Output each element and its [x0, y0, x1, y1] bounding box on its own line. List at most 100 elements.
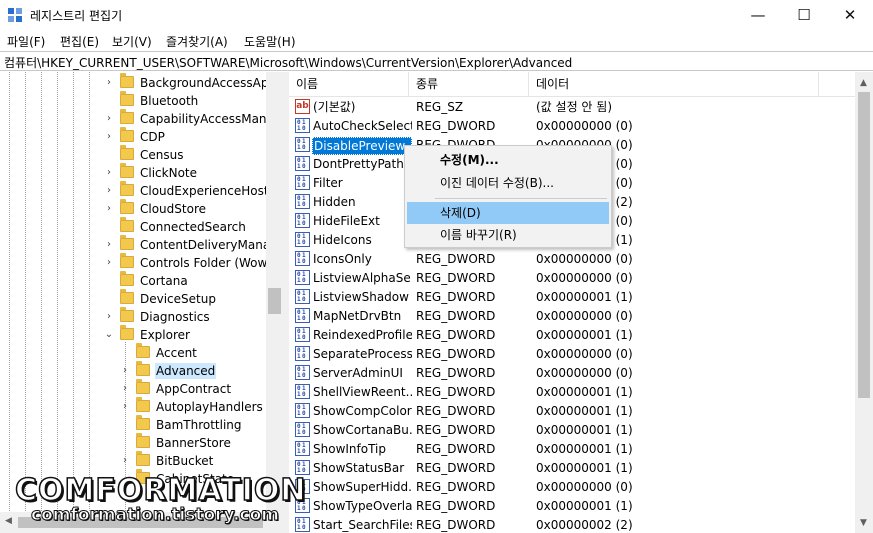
column-header-data[interactable]: 데이터 — [529, 72, 819, 96]
tree-vertical-scrollbar[interactable] — [266, 72, 283, 512]
list-vertical-scrollbar[interactable]: ▲ ▼ — [855, 72, 873, 533]
value-data: 0x00000000 (0) — [536, 271, 633, 285]
tree-scroll-thumb[interactable] — [268, 288, 281, 314]
watermark-title: COMFORMATION — [14, 473, 307, 509]
binary-value-icon: 0110 — [295, 441, 310, 456]
column-header-type[interactable]: 종류 — [409, 72, 529, 96]
menu-edit[interactable]: 편집(E) — [60, 33, 99, 50]
folder-icon — [120, 181, 134, 196]
value-type: REG_DWORD — [416, 518, 496, 532]
value-name: ShowCortanaBu... — [313, 423, 412, 437]
value-name: Hidden — [313, 195, 356, 209]
context-modify[interactable]: 수정(M)... — [407, 149, 609, 171]
value-row[interactable]: 0 1 1 0 ShowTypeOverlay REG_DWORD 0x00000001 (… — [289, 496, 855, 515]
menu-help[interactable]: 도움말(H) — [244, 33, 296, 50]
binary-value-icon: 0110 — [295, 422, 310, 437]
value-row[interactable]: 0 1 1 0 ShowCortanaBu... REG_DWORD 0x00000001 … — [289, 420, 855, 439]
column-header-name[interactable]: 이름 — [289, 72, 409, 96]
list-scroll-thumb[interactable] — [858, 92, 870, 398]
value-data: 0x00000000 (0) — [536, 366, 633, 380]
expand-chevron-icon[interactable]: › — [120, 383, 130, 394]
menu-file[interactable]: 파일(F) — [7, 33, 45, 50]
expand-chevron-icon[interactable]: › — [104, 257, 114, 268]
context-modify-binary[interactable]: 이진 데이터 수정(B)... — [407, 172, 609, 194]
close-button[interactable]: ✕ — [827, 0, 873, 30]
context-delete[interactable]: 삭제(D) — [407, 202, 609, 224]
value-type: REG_DWORD — [416, 366, 496, 380]
expand-chevron-icon[interactable]: › — [104, 131, 114, 142]
binary-value-icon: 0110 — [295, 327, 310, 342]
value-type: REG_DWORD — [416, 290, 496, 304]
key-tree[interactable]: › BackgroundAccessAppl Bluetooth › Capabilit… — [0, 72, 283, 533]
value-row[interactable]: 0 1 1 0 Start_SearchFiles REG_DWORD 0x00000002… — [289, 515, 855, 533]
tree-item-label: CloudStore — [140, 202, 206, 216]
menu-view[interactable]: 보기(V) — [112, 33, 152, 50]
value-row[interactable]: 0 1 1 0 ListviewAlphaSe... REG_DWORD 0x0000000… — [289, 268, 855, 287]
value-data: (값 설정 안 됨) — [536, 100, 613, 114]
context-rename[interactable]: 이름 바꾸기(R) — [407, 224, 609, 246]
scroll-left-arrow-icon[interactable]: ◀ — [5, 516, 12, 526]
value-type: REG_DWORD — [416, 499, 496, 513]
value-row[interactable]: ab (기본값) REG_SZ (값 설정 안 됨) — [289, 97, 855, 116]
value-row[interactable]: 0 1 1 0 ServerAdminUI REG_DWORD 0x00000000 (0) — [289, 363, 855, 382]
expand-chevron-icon[interactable]: › — [104, 239, 114, 250]
tree-guide-line — [57, 72, 58, 533]
value-row[interactable]: 0 1 1 0 MapNetDrvBtn REG_DWORD 0x00000000 (0) — [289, 306, 855, 325]
value-data: 0x00000001 (1) — [536, 442, 633, 456]
tree-item-label: Bluetooth — [140, 94, 199, 108]
folder-icon — [136, 361, 150, 376]
folder-icon — [120, 145, 134, 160]
value-list[interactable]: 이름 종류 데이터 ab (기본값) REG_SZ (값 설정 안 됨) 0 1 1 0 Aut… — [289, 72, 873, 533]
value-row[interactable]: 0 1 1 0 ListviewShadow REG_DWORD 0x00000001 (1… — [289, 287, 855, 306]
value-name: ShowInfoTip — [313, 442, 387, 456]
value-row[interactable]: 0 1 1 0 SeparateProcess REG_DWORD 0x00000000 (… — [289, 344, 855, 363]
value-type: REG_DWORD — [416, 271, 496, 285]
expand-chevron-icon[interactable]: › — [104, 311, 114, 322]
expand-chevron-icon[interactable]: › — [120, 401, 130, 412]
tree-guide-line — [9, 72, 10, 533]
context-menu: 수정(M)... 이진 데이터 수정(B)... 삭제(D) 이름 바꾸기(R) — [404, 145, 612, 248]
context-separator — [435, 198, 607, 199]
value-row[interactable]: 0 1 1 0 ShellViewReent... REG_DWORD 0x00000001… — [289, 382, 855, 401]
scroll-down-arrow-icon[interactable]: ▼ — [860, 518, 867, 528]
value-row[interactable]: 0 1 1 0 ShowInfoTip REG_DWORD 0x00000001 (1) — [289, 439, 855, 458]
expand-chevron-icon[interactable]: › — [120, 455, 130, 466]
address-bar[interactable]: 컴퓨터\HKEY_CURRENT_USER\SOFTWARE\Microsoft… — [0, 51, 873, 71]
value-row[interactable]: 0 1 1 0 ShowSuperHidd... REG_DWORD 0x00000000 … — [289, 477, 855, 496]
scroll-up-arrow-icon[interactable]: ▲ — [860, 78, 867, 88]
registry-editor-app-icon — [8, 8, 24, 24]
value-type: REG_DWORD — [416, 423, 496, 437]
value-name: DontPrettyPath — [313, 157, 404, 171]
binary-value-icon: 0110 — [295, 346, 310, 361]
folder-icon — [120, 163, 134, 178]
value-row[interactable]: 0 1 1 0 AutoCheckSelect REG_DWORD 0x00000000 (… — [289, 116, 855, 135]
value-data: 0x00000001 (1) — [536, 423, 633, 437]
binary-value-icon: 0110 — [295, 365, 310, 380]
binary-value-icon: 0110 — [295, 194, 310, 209]
tree-item-label: Explorer — [140, 328, 190, 342]
value-name: MapNetDrvBtn — [313, 309, 402, 323]
maximize-button[interactable]: ☐ — [781, 0, 827, 30]
value-type: REG_DWORD — [416, 119, 496, 133]
value-row[interactable]: 0 1 1 0 ShowCompColor REG_DWORD 0x00000001 (1) — [289, 401, 855, 420]
minimize-button[interactable]: — — [735, 0, 781, 30]
value-name: ShellViewReent... — [313, 385, 412, 399]
expand-chevron-icon[interactable]: › — [120, 365, 130, 376]
expand-chevron-icon[interactable]: › — [104, 167, 114, 178]
expand-chevron-icon[interactable]: › — [104, 203, 114, 214]
value-row[interactable]: 0 1 1 0 ReindexedProfile REG_DWORD 0x00000001 … — [289, 325, 855, 344]
folder-icon — [120, 91, 134, 106]
value-row[interactable]: 0 1 1 0 IconsOnly REG_DWORD 0x00000000 (0) — [289, 249, 855, 268]
tree-guide-line — [73, 72, 74, 533]
folder-icon — [136, 397, 150, 412]
menu-favorites[interactable]: 즐겨찾기(A) — [166, 33, 228, 50]
value-data: 0x00000002 (2) — [536, 518, 633, 532]
expand-chevron-icon[interactable]: › — [104, 113, 114, 124]
value-type: REG_DWORD — [416, 480, 496, 494]
tree-item-label: AutoplayHandlers — [156, 400, 263, 414]
expand-chevron-icon[interactable]: › — [104, 77, 114, 88]
expand-chevron-icon[interactable]: › — [104, 185, 114, 196]
address-path[interactable]: 컴퓨터\HKEY_CURRENT_USER\SOFTWARE\Microsoft… — [4, 54, 572, 71]
collapse-chevron-icon[interactable]: ⌄ — [104, 329, 114, 340]
value-row[interactable]: 0 1 1 0 ShowStatusBar REG_DWORD 0x00000001 (1) — [289, 458, 855, 477]
